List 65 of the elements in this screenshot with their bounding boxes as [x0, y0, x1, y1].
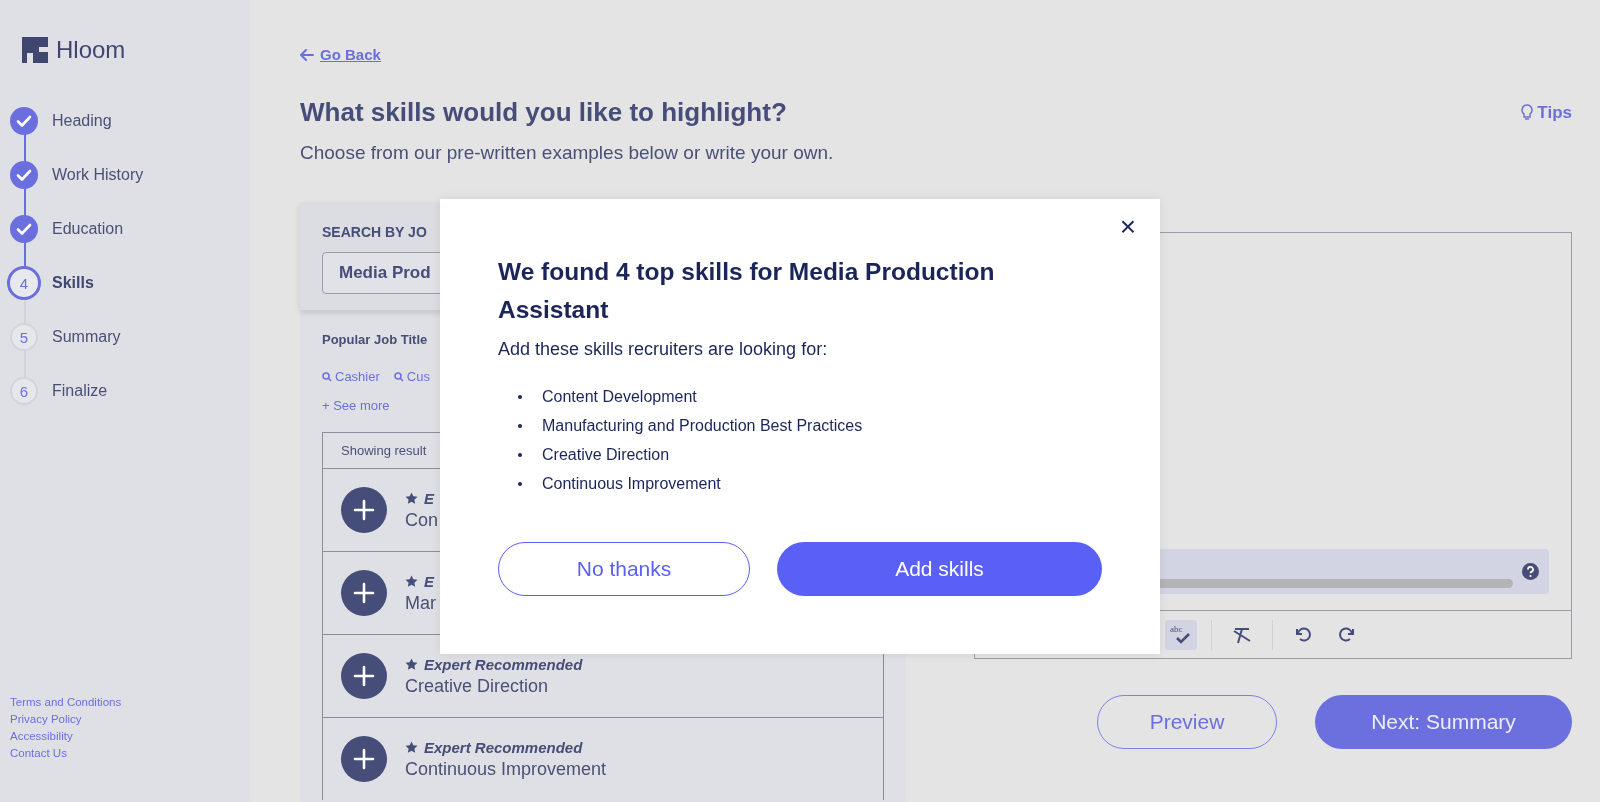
- bullet-icon: [518, 481, 522, 486]
- next-button[interactable]: Next: Summary: [1315, 695, 1572, 749]
- lightbulb-icon: [1521, 104, 1534, 121]
- page-subtitle: Choose from our pre-written examples below or write your own.: [300, 142, 835, 164]
- dialog-subtitle: Add these skills recruiters are looking for:: [498, 339, 829, 360]
- bullet-icon: [518, 452, 522, 457]
- step-label[interactable]: Education: [52, 220, 124, 238]
- step-label[interactable]: Summary: [52, 328, 121, 346]
- results-header: Showing result: [341, 443, 427, 458]
- footer-link[interactable]: Privacy Policy: [10, 711, 82, 728]
- add-button[interactable]: [341, 736, 387, 782]
- footer-link[interactable]: Accessibility: [10, 728, 73, 745]
- recommendation-tag: E: [424, 489, 434, 507]
- step-label[interactable]: Finalize: [52, 382, 108, 400]
- job-title-link[interactable]: Cus: [393, 369, 430, 384]
- skill-item: Manufacturing and Production Best Practices: [542, 416, 863, 435]
- undo-icon: [1294, 625, 1312, 644]
- help-icon[interactable]: [1522, 563, 1539, 580]
- recommendation-tag: E: [424, 572, 434, 590]
- skill-item: Creative Direction: [542, 445, 670, 464]
- step-number: 4: [7, 266, 41, 300]
- add-button[interactable]: [341, 487, 387, 533]
- step-number: 6: [10, 377, 38, 405]
- plus-icon: [353, 665, 375, 687]
- recommendation-tag: Expert Recommended: [424, 738, 583, 756]
- recommendation-tag: Expert Recommended: [424, 655, 583, 673]
- skill-name: Con: [405, 509, 439, 531]
- search-icon: [393, 371, 404, 382]
- footer-link[interactable]: Contact Us: [10, 745, 67, 762]
- skill-name: Mar: [405, 592, 436, 614]
- search-heading: SEARCH BY JO: [322, 224, 428, 240]
- footer-link[interactable]: Terms and Conditions: [10, 694, 122, 711]
- add-button[interactable]: [341, 570, 387, 616]
- plus-icon: [353, 499, 375, 521]
- see-more-link[interactable]: + See more: [322, 398, 390, 413]
- step-label[interactable]: Work History: [52, 166, 144, 184]
- step-number: 5: [10, 323, 38, 351]
- star-icon: [405, 657, 418, 671]
- bullet-icon: [518, 423, 522, 428]
- skill-item: Content Development: [542, 387, 697, 406]
- skill-name: Continuous Improvement: [405, 758, 607, 780]
- plus-icon: [353, 582, 375, 604]
- back-link[interactable]: Go Back: [320, 46, 381, 63]
- brand-name: Hloom: [56, 36, 126, 64]
- add-skills-button[interactable]: Add skills: [777, 542, 1102, 596]
- star-icon: [405, 491, 418, 505]
- no-thanks-button[interactable]: No thanks: [498, 542, 750, 596]
- skill-item: Continuous Improvement: [542, 474, 721, 493]
- job-title-link[interactable]: Cashier: [322, 369, 380, 384]
- redo-icon: [1338, 625, 1356, 644]
- bullet-icon: [518, 394, 522, 399]
- page-title: What skills would you like to highlight?: [300, 97, 787, 128]
- add-button[interactable]: [341, 653, 387, 699]
- arrow-left-icon: [300, 48, 314, 61]
- search-icon: [322, 371, 332, 382]
- step-label[interactable]: Heading: [52, 112, 112, 130]
- logo-icon: [22, 37, 48, 63]
- clear-format-icon: [1232, 625, 1252, 644]
- skill-name: Creative Direction: [405, 675, 550, 697]
- star-icon: [405, 574, 418, 588]
- plus-icon: [353, 748, 375, 770]
- step-label[interactable]: Skills: [52, 274, 94, 292]
- tips-button[interactable]: Tips: [1521, 102, 1572, 123]
- popular-label: Popular Job Title: [322, 332, 429, 347]
- star-icon: [405, 740, 418, 754]
